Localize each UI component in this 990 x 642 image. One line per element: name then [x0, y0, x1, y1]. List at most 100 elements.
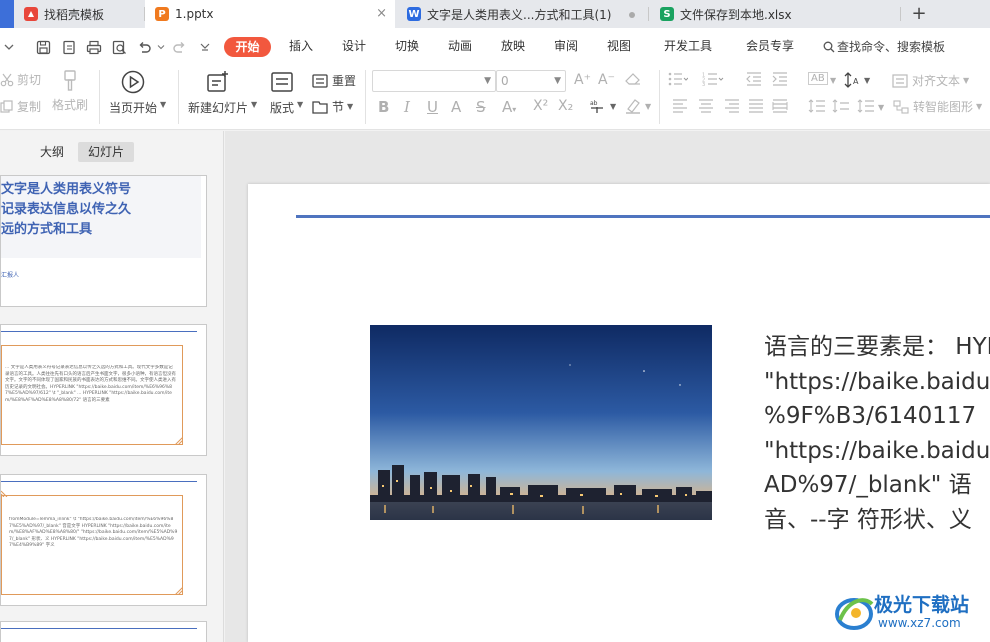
- align-center-icon[interactable]: [698, 99, 714, 117]
- chevron-down-icon: ▼: [347, 102, 354, 111]
- tab-excel[interactable]: S 文件保存到本地.xlsx: [650, 0, 900, 28]
- section-icon: [312, 100, 328, 114]
- menu-tab-insert[interactable]: 插入: [289, 37, 313, 54]
- chevron-down-icon[interactable]: ▼: [251, 100, 257, 109]
- justify-icon[interactable]: [748, 99, 764, 117]
- thumb-header-line: [1, 628, 197, 629]
- menu-tab-slideshow[interactable]: 放映: [501, 37, 525, 54]
- increase-font-icon[interactable]: A⁺: [574, 72, 591, 88]
- ribbon-divider: [659, 70, 660, 124]
- slide-thumbnail-2[interactable]: ... 文字是人类用表义符号记录表达信息以传之久远的方式和工具。现代文字多数是记…: [0, 324, 207, 456]
- increase-indent-icon[interactable]: [772, 72, 788, 90]
- underline-icon[interactable]: U: [427, 98, 438, 116]
- tab-docer-templates[interactable]: 找稻壳模板: [14, 0, 144, 28]
- slide-body-text[interactable]: 语言的三要素是： HYPERLINK "https://baike.baidu.…: [764, 330, 990, 537]
- align-left-icon[interactable]: [672, 99, 688, 117]
- decrease-indent-icon[interactable]: [746, 72, 762, 90]
- menu-tab-developer[interactable]: 开发工具: [664, 37, 712, 54]
- customize-toolbar-icon[interactable]: [196, 38, 214, 56]
- menu-tab-review[interactable]: 审阅: [554, 37, 578, 54]
- tab-bar: 找稻壳模板 P 1.pptx × W 文字是人类用表义...方式和工具(1) S…: [0, 0, 990, 28]
- new-tab-button[interactable]: +: [909, 3, 929, 25]
- menu-tab-member[interactable]: 会员专享: [746, 37, 794, 54]
- chevron-down-icon[interactable]: ▼: [610, 102, 616, 111]
- font-color-icon[interactable]: A▾: [502, 98, 516, 116]
- superscript-icon[interactable]: X²: [533, 98, 548, 114]
- align-text-icon: [892, 73, 908, 88]
- play-from-current-button[interactable]: 当页开始: [109, 70, 157, 116]
- format-painter-button[interactable]: 格式刷: [52, 70, 88, 113]
- menu-tab-view[interactable]: 视图: [607, 37, 631, 54]
- font-size-select[interactable]: 0 ▼: [496, 70, 566, 92]
- paragraph-spacing-icon[interactable]: [832, 99, 850, 117]
- command-search[interactable]: 查找命令、搜索模板: [823, 38, 945, 55]
- save-icon[interactable]: [34, 38, 52, 56]
- bullet-list-icon[interactable]: [668, 72, 689, 90]
- chevron-down-icon[interactable]: ▼: [645, 102, 651, 111]
- menu-tab-animation[interactable]: 动画: [448, 37, 472, 54]
- numbered-list-icon[interactable]: 123: [702, 72, 724, 90]
- phonetic-guide-icon[interactable]: ab: [589, 98, 607, 118]
- tab-outline[interactable]: 大纲: [30, 142, 74, 162]
- chevron-down-icon[interactable]: [0, 38, 18, 56]
- menu-tab-design[interactable]: 设计: [342, 37, 366, 54]
- decrease-font-icon[interactable]: A⁻: [598, 72, 615, 88]
- chevron-down-icon[interactable]: ▼: [160, 100, 166, 109]
- undo-icon[interactable]: [135, 38, 153, 56]
- tab-label: 文件保存到本地.xlsx: [680, 7, 792, 22]
- copy-button[interactable]: 复制: [0, 98, 41, 115]
- smartart-icon: [893, 99, 909, 114]
- new-slide-button[interactable]: 新建幻灯片: [188, 70, 248, 116]
- font-family-select[interactable]: ▼: [372, 70, 496, 92]
- menu-tab-transitions[interactable]: 切换: [395, 37, 419, 54]
- thumb-header-line: [1, 481, 197, 482]
- close-icon[interactable]: ×: [376, 6, 387, 21]
- sort-icon[interactable]: A: [844, 72, 864, 92]
- undo-dropdown-icon[interactable]: [152, 38, 170, 56]
- align-text-button[interactable]: 对齐文本 ▼: [892, 72, 969, 89]
- word-icon: W: [407, 7, 421, 21]
- line-spacing-icon[interactable]: [808, 99, 826, 117]
- italic-icon[interactable]: I: [404, 98, 410, 116]
- current-slide[interactable]: 语言的三要素是： HYPERLINK "https://baike.baidu.…: [248, 184, 990, 642]
- align-right-icon[interactable]: [724, 99, 740, 117]
- slide-text-line: %9F%B3/6140117: [764, 403, 977, 429]
- reset-button[interactable]: 重置: [312, 72, 356, 89]
- chevron-down-icon[interactable]: ▼: [878, 103, 884, 112]
- tab-slides[interactable]: 幻灯片: [78, 142, 135, 162]
- chevron-down-icon[interactable]: ▼: [297, 100, 303, 109]
- convert-smartart-button[interactable]: 转智能图形 ▼: [893, 98, 982, 115]
- unsaved-dot-icon[interactable]: [629, 12, 635, 18]
- bold-icon[interactable]: B: [378, 98, 389, 116]
- text-direction-icon[interactable]: AB: [808, 72, 828, 85]
- strikethrough-icon[interactable]: S: [476, 98, 486, 116]
- slide-thumbnail-4[interactable]: [0, 621, 207, 642]
- slide-thumbnail-3[interactable]: fromModule=lemma_inlink" \t "https://bai…: [0, 474, 207, 606]
- redo-icon[interactable]: [170, 38, 188, 56]
- subscript-icon[interactable]: X₂: [558, 98, 573, 114]
- spacing-options-icon[interactable]: [857, 99, 875, 117]
- highlight-icon[interactable]: [625, 98, 641, 118]
- distribute-icon[interactable]: [772, 99, 788, 117]
- tab-pptx[interactable]: P 1.pptx ×: [145, 0, 395, 28]
- tab-word-doc[interactable]: W 文字是人类用表义...方式和工具(1): [397, 0, 647, 28]
- text-shadow-icon[interactable]: A: [451, 98, 461, 116]
- export-pdf-icon[interactable]: [60, 38, 78, 56]
- chevron-down-icon[interactable]: ▼: [830, 76, 836, 85]
- clear-format-icon[interactable]: [625, 72, 641, 90]
- home-tab-stub[interactable]: [0, 0, 14, 28]
- slide-thumbnail-1[interactable]: 文字是人类用表义符号 记录表达信息以传之久 远的方式和工具 汇报人: [0, 175, 207, 307]
- paintbrush-icon: [64, 70, 76, 91]
- print-icon[interactable]: [85, 38, 103, 56]
- print-preview-icon[interactable]: [110, 38, 128, 56]
- menu-tab-home[interactable]: 开始: [224, 37, 271, 57]
- layout-icon: [271, 72, 293, 92]
- slide-photo[interactable]: [370, 325, 712, 520]
- excel-icon: S: [660, 7, 674, 21]
- layout-button[interactable]: 版式: [270, 70, 294, 116]
- cut-button[interactable]: 剪切: [0, 71, 41, 88]
- section-button[interactable]: 节 ▼: [312, 98, 353, 115]
- layout-label: 版式: [270, 101, 295, 115]
- tab-divider: [648, 7, 649, 21]
- chevron-down-icon[interactable]: ▼: [864, 76, 870, 85]
